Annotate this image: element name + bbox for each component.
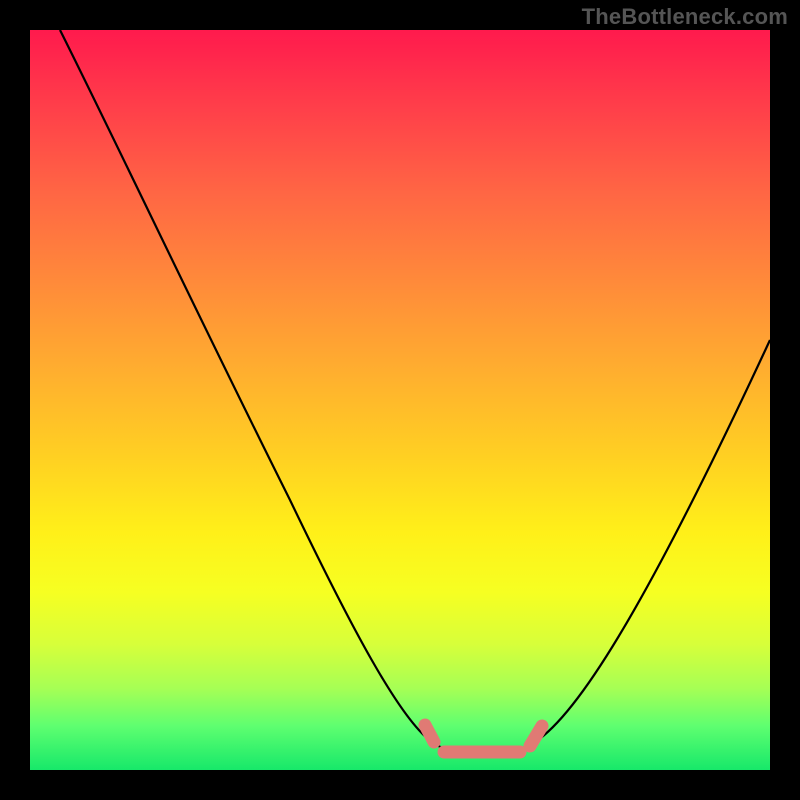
watermark-text: TheBottleneck.com [582,4,788,30]
plot-area [30,30,770,770]
curve-layer [30,30,770,770]
bottleneck-curve [60,30,770,754]
optimal-zone-marker [425,725,542,752]
chart-frame: TheBottleneck.com [0,0,800,800]
